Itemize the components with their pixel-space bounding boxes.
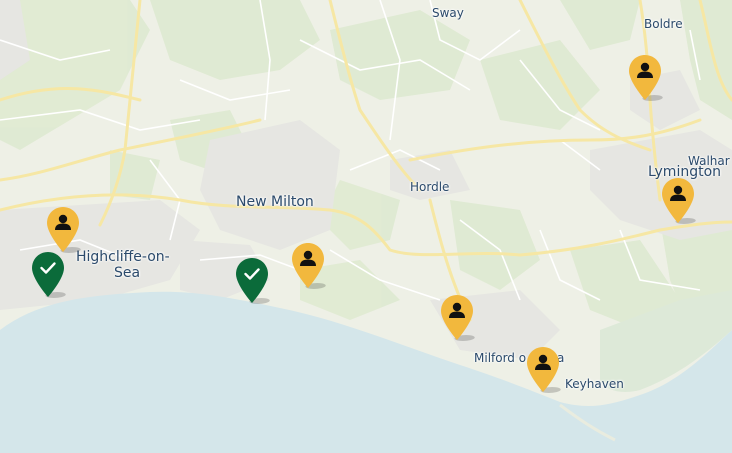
place-label-new-milton: New Milton bbox=[236, 194, 314, 210]
map-marker-person-milford[interactable] bbox=[526, 346, 561, 394]
marker-pin bbox=[32, 252, 64, 297]
map-marker-check-highcliffe[interactable] bbox=[31, 251, 66, 299]
marker-pin bbox=[236, 258, 268, 303]
map-marker-person-lymington[interactable] bbox=[661, 177, 696, 225]
place-label-boldre: Boldre bbox=[644, 17, 683, 31]
place-label-highcliffe-sea: Sea bbox=[114, 265, 141, 281]
map-marker-person-milford-north[interactable] bbox=[440, 294, 475, 342]
place-label-keyhaven: Keyhaven bbox=[565, 377, 624, 391]
map-marker-person-barton[interactable] bbox=[291, 242, 326, 290]
place-label-walhampton: Walhar bbox=[688, 154, 730, 168]
map-marker-check-barton[interactable] bbox=[235, 257, 270, 305]
map-marker-person-boldre[interactable] bbox=[628, 54, 663, 102]
place-label-highcliffe: Highcliffe-on- bbox=[76, 249, 170, 265]
map-view[interactable]: Sway Boldre Lymington Walhar New Milton … bbox=[0, 0, 732, 453]
place-label-milford: Milford o bbox=[474, 351, 527, 365]
place-label-hordle: Hordle bbox=[410, 180, 450, 194]
place-label-sway: Sway bbox=[432, 6, 464, 20]
map-marker-person-highcliffe[interactable] bbox=[46, 206, 81, 254]
